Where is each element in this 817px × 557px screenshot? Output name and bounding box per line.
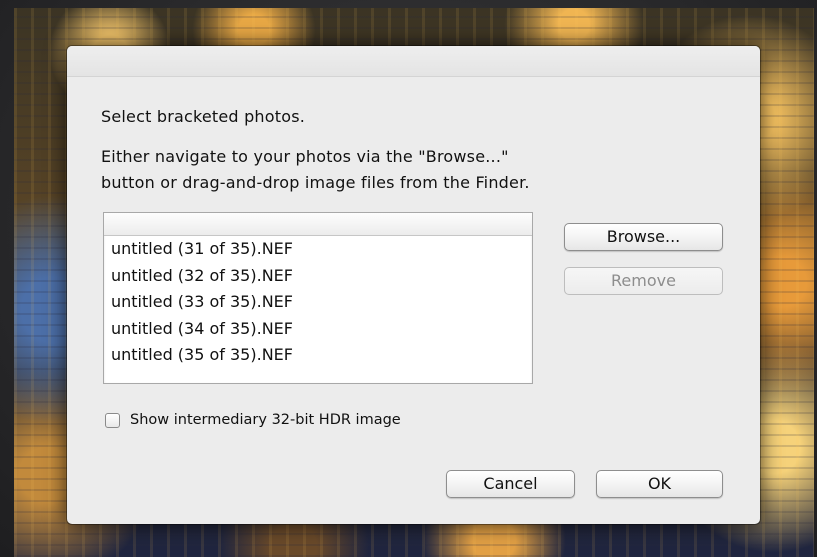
- list-item[interactable]: untitled (33 of 35).NEF: [104, 289, 532, 316]
- cancel-button[interactable]: Cancel: [446, 470, 575, 498]
- show-hdr-checkbox[interactable]: [105, 412, 120, 428]
- list-header: [104, 213, 532, 236]
- list-item[interactable]: untitled (31 of 35).NEF: [104, 236, 532, 263]
- dialog-titlebar: [67, 46, 760, 77]
- list-item[interactable]: untitled (34 of 35).NEF: [104, 316, 532, 343]
- dialog-instructions: Either navigate to your photos via the "…: [101, 144, 721, 196]
- select-photos-dialog: Select bracketed photos. Either navigate…: [67, 46, 760, 524]
- show-hdr-option[interactable]: Show intermediary 32-bit HDR image: [105, 409, 401, 431]
- browse-button[interactable]: Browse...: [564, 223, 723, 251]
- photo-file-list[interactable]: untitled (31 of 35).NEF untitled (32 of …: [103, 212, 533, 384]
- ok-button[interactable]: OK: [596, 470, 723, 498]
- instruction-line-2: button or drag-and-drop image files from…: [101, 173, 530, 192]
- remove-button[interactable]: Remove: [564, 267, 723, 295]
- list-item[interactable]: untitled (35 of 35).NEF: [104, 342, 532, 369]
- list-item[interactable]: untitled (32 of 35).NEF: [104, 263, 532, 290]
- show-hdr-label[interactable]: Show intermediary 32-bit HDR image: [130, 412, 401, 428]
- dialog-heading: Select bracketed photos.: [101, 107, 306, 126]
- instruction-line-1: Either navigate to your photos via the "…: [101, 147, 509, 166]
